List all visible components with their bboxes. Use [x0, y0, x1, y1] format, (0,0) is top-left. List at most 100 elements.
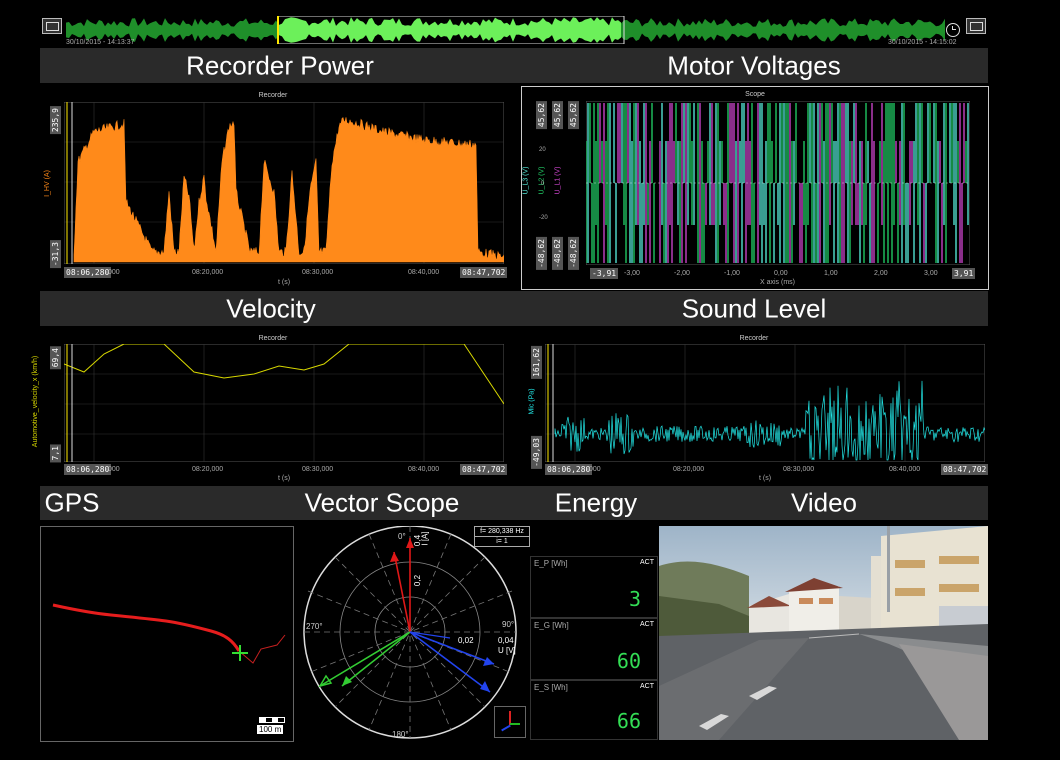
- energy-item-es: E_S [Wh] ACT 66: [530, 680, 658, 740]
- velocity-xend: 08:47,702: [460, 464, 508, 475]
- timeline-end-time: 30/10/2015 - 14:15:02: [888, 39, 957, 46]
- sound-level-tick-3: 08:40,000: [889, 466, 921, 473]
- recorder-power-tick-3: 08:40,000: [408, 269, 440, 276]
- motor-voltages-ymax-2: 45,62: [552, 101, 563, 130]
- axis-gizmo-icon[interactable]: [494, 706, 526, 738]
- energy-panel: E_P [Wh] ACT 3 E_G [Wh] ACT 60 E_S [Wh] …: [530, 556, 658, 740]
- energy-ep-value: 3: [628, 587, 641, 611]
- recorder-power-tick-2: 08:30,000: [302, 269, 334, 276]
- motor-voltages-xlabel: X axis (ms): [760, 279, 795, 286]
- timeline-start-time: 30/10/2015 - 14:13:37: [66, 39, 135, 46]
- energy-es-label: E_S [Wh]: [534, 683, 568, 692]
- sound-level-chart-title: Recorder: [739, 335, 769, 342]
- section-header-row3: GPS Vector Scope Energy Video: [40, 486, 988, 520]
- energy-item-eg: E_G [Wh] ACT 60: [530, 618, 658, 680]
- clock-icon[interactable]: [946, 23, 960, 37]
- recorder-power-ylabel: I_HV (A): [43, 170, 51, 197]
- timeline-prev-icon[interactable]: [42, 18, 62, 34]
- vector-scope-i-tick-02: 0,2: [413, 574, 423, 587]
- gps-scale-label: 100 m: [257, 725, 284, 734]
- energy-es-value: 66: [616, 709, 641, 733]
- recorder-power-xend: 08:47,702: [460, 267, 508, 278]
- section-header-row1: Recorder Power Motor Voltages: [40, 48, 988, 83]
- vector-scope-angle-0: 0°: [398, 532, 406, 541]
- recorder-power-tick-1: 08:20,000: [192, 269, 224, 276]
- motor-voltages-inner-tick-top: 20: [539, 147, 546, 153]
- vector-scope-u-tick-002: 0,02: [458, 636, 474, 645]
- motor-voltages-ymax-3: 45,62: [568, 101, 579, 130]
- vector-scope-title: Vector Scope: [304, 487, 460, 518]
- sound-level-title: Sound Level: [681, 293, 827, 323]
- timeline-next-icon[interactable]: [966, 18, 986, 34]
- vector-scope-index: i= 1: [496, 538, 508, 545]
- gps-map[interactable]: 100 m: [40, 526, 294, 742]
- velocity-tick-0: ,000: [106, 466, 120, 473]
- motor-voltages-tick-2: -1,00: [724, 270, 740, 277]
- video-street-scene: [659, 526, 988, 740]
- velocity-xlabel: t (s): [278, 475, 291, 482]
- motor-voltages-plot[interactable]: [586, 101, 970, 265]
- motor-voltages-ylabel-l1: U_L1 (V): [554, 166, 562, 195]
- sound-level-plot[interactable]: [545, 344, 985, 462]
- motor-voltages-chart[interactable]: Scope 45,62 45,62 45,62 -48,62 -48,62 -4…: [521, 86, 989, 290]
- energy-eg-tag: ACT: [640, 621, 654, 628]
- sound-level-tick-0: ,000: [587, 466, 601, 473]
- sound-level-ymin: -49,03: [531, 436, 542, 469]
- gps-track: [52, 603, 286, 664]
- motor-voltages-ylabel-l3: U_L3 (V): [522, 166, 530, 195]
- sound-level-ymax: 161,62: [531, 346, 542, 379]
- vector-scope-freq-box: f= 280,338 Hz i= 1: [474, 526, 530, 547]
- energy-title: Energy: [554, 487, 638, 518]
- sound-level-xstart: 08:06,280: [545, 464, 593, 475]
- recorder-power-xstart: 08:06,280: [64, 267, 112, 278]
- energy-es-tag: ACT: [640, 683, 654, 690]
- vector-scope-angle-90: 90°: [502, 620, 515, 629]
- velocity-plot[interactable]: [64, 344, 504, 462]
- velocity-tick-3: 08:40,000: [408, 466, 440, 473]
- recorder-power-ymax: 235,9: [50, 106, 61, 135]
- velocity-ymin: 7,1: [50, 444, 61, 463]
- sound-level-xend: 08:47,702: [941, 464, 989, 475]
- motor-voltages-xend: 3,91: [952, 268, 976, 279]
- motor-voltages-title: Motor Voltages: [667, 50, 841, 80]
- energy-eg-label: E_G [Wh]: [534, 621, 569, 630]
- motor-voltages-tick-0: -3,00: [624, 270, 640, 277]
- motor-voltages-ymin-3: -48,62: [568, 237, 579, 270]
- motor-voltages-tick-1: -2,00: [674, 270, 690, 277]
- gps-position-marker-icon: [232, 645, 248, 661]
- recorder-power-chart[interactable]: Recorder 235,9 -31,3 I_HV (A) 08:06,280 …: [40, 90, 508, 288]
- motor-voltages-ymin-1: -48,62: [536, 237, 547, 270]
- vector-scope-u-tick-004: 0,04: [498, 636, 514, 645]
- sound-level-tick-1: 08:20,000: [673, 466, 705, 473]
- recorder-power-plot[interactable]: [64, 102, 504, 264]
- velocity-ylabel: Automotive_velocity_x (km/h): [32, 355, 40, 448]
- motor-voltages-tick-3: 0,00: [774, 270, 788, 277]
- sound-level-chart[interactable]: Recorder 161,62 -49,03 Mic (Pa) 08:06,28…: [521, 334, 989, 484]
- vector-scope-freq: f= 280,338 Hz: [475, 527, 529, 537]
- motor-voltages-tick-4: 1,00: [824, 270, 838, 277]
- motor-voltages-chart-title: Scope: [745, 91, 765, 98]
- velocity-tick-2: 08:30,000: [302, 466, 334, 473]
- vector-scope-panel[interactable]: 0° 90° 180° 270° I [A] 0,4 0,2 0,04 0,02…: [298, 526, 530, 740]
- recorder-power-ymin: -31,3: [50, 240, 61, 269]
- energy-eg-value: 60: [616, 649, 641, 673]
- video-frame[interactable]: [659, 526, 988, 740]
- motor-voltages-inner-tick-bottom: -20: [539, 215, 548, 221]
- motor-voltages-xstart: -3,91: [590, 268, 619, 279]
- motor-voltages-ymax-1: 45,62: [536, 101, 547, 130]
- sound-level-tick-2: 08:30,000: [783, 466, 815, 473]
- recorder-power-tick-0: ,000: [106, 269, 120, 276]
- vector-scope-angle-180: 180°: [392, 730, 409, 739]
- sound-level-xlabel: t (s): [759, 475, 772, 482]
- timeline-bar[interactable]: 30/10/2015 - 14:13:37 30/10/2015 - 14:15…: [40, 14, 988, 48]
- recorder-power-xlabel: t (s): [278, 279, 291, 286]
- velocity-tick-1: 08:20,000: [192, 466, 224, 473]
- timeline-waveform[interactable]: [66, 16, 946, 44]
- recorder-power-chart-title: Recorder: [258, 92, 288, 99]
- motor-voltages-inner-tick-mid: 0: [541, 181, 545, 187]
- section-header-row2: Velocity Sound Level: [40, 291, 988, 326]
- velocity-chart-title: Recorder: [258, 335, 288, 342]
- motor-voltages-tick-6: 3,00: [924, 270, 938, 277]
- gps-scale-bar: [259, 717, 285, 723]
- velocity-chart[interactable]: Recorder 69,4 7,1 Automotive_velocity_x …: [32, 334, 508, 484]
